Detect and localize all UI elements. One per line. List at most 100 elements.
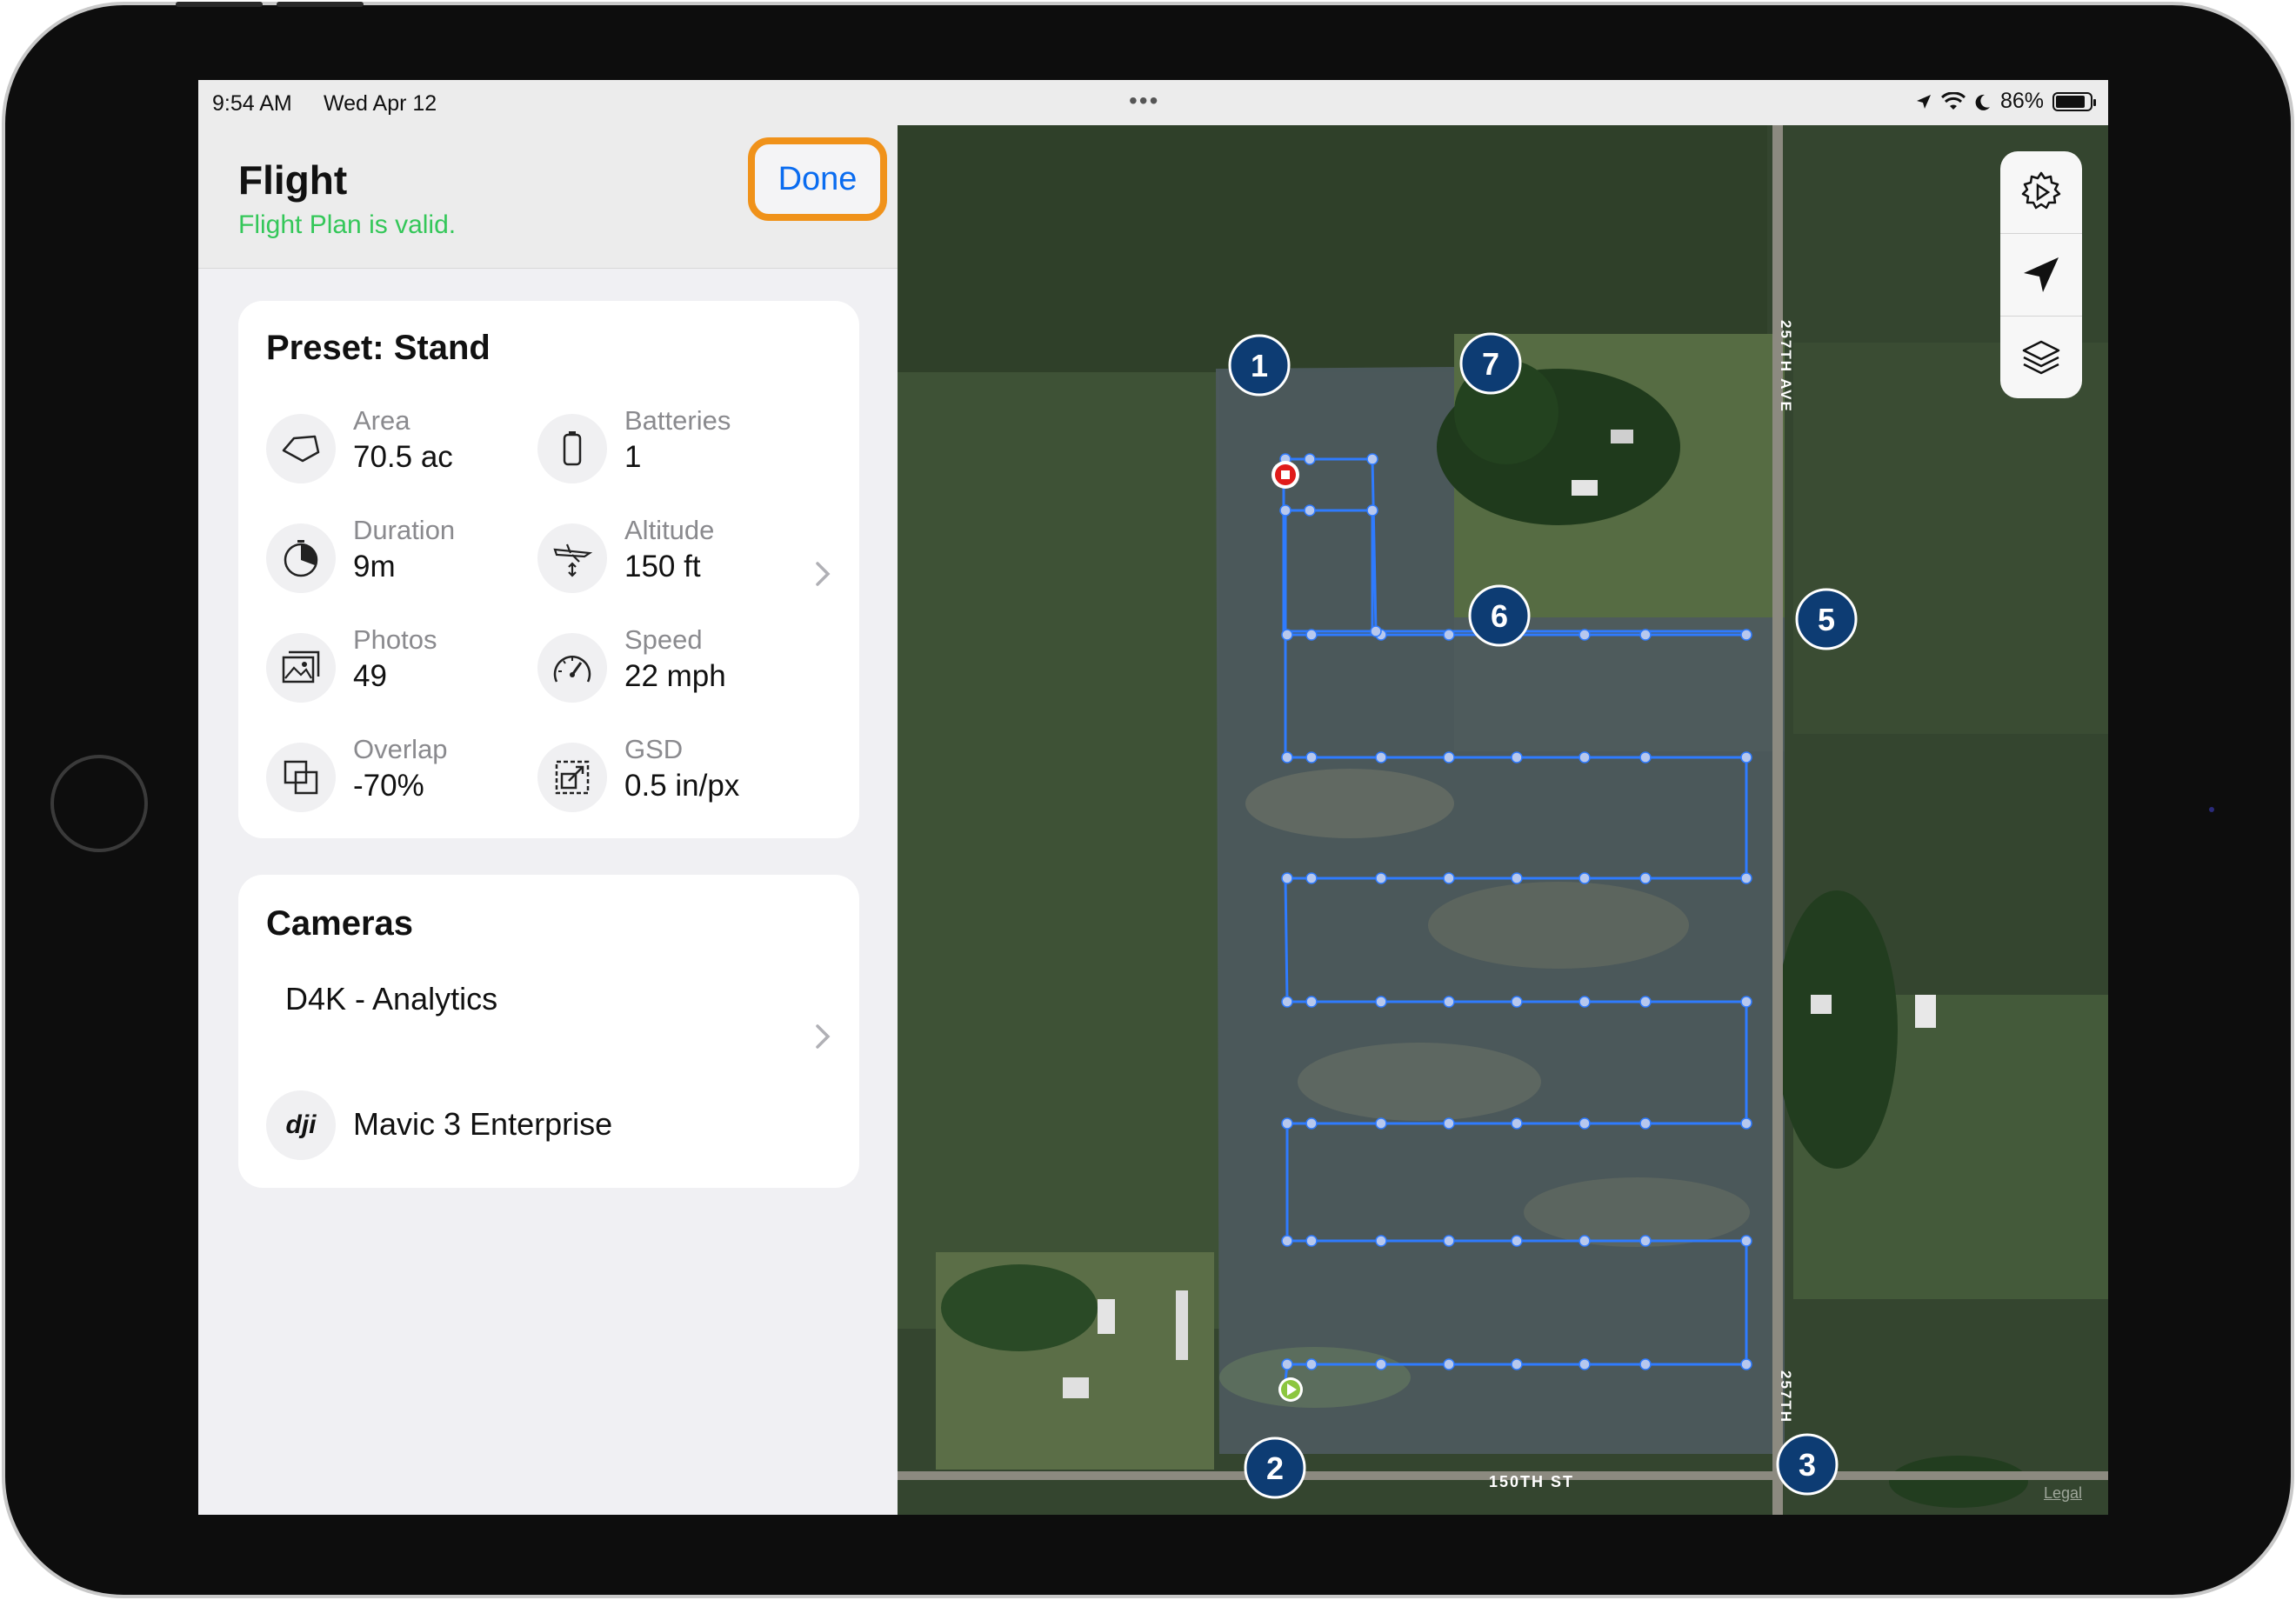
waypoint-dot[interactable] [1443,751,1455,763]
location-arrow-icon [1916,94,1931,109]
gear-play-icon [2021,171,2061,210]
field-patch [1219,1347,1411,1408]
waypoint-dot[interactable] [1740,751,1752,763]
waypoint-dot[interactable] [1578,872,1591,884]
waypoint-dot[interactable] [1511,751,1523,763]
waypoint-dot[interactable] [1578,1117,1591,1130]
waypoint-dot[interactable] [1639,1358,1652,1370]
farm-building [1611,430,1633,443]
battery-percent: 86% [1999,89,2044,113]
corner-marker-3[interactable]: 3 [1776,1433,1839,1496]
waypoint-dot[interactable] [1375,996,1387,1008]
waypoint-dot[interactable] [1375,1117,1387,1130]
waypoint-dot[interactable] [1578,996,1591,1008]
waypoint-dot[interactable] [1511,996,1523,1008]
waypoint-dot[interactable] [1443,1358,1455,1370]
multitasking-dots-icon[interactable]: ••• [1129,87,1159,115]
waypoint-dot[interactable] [1281,1235,1293,1247]
locate-me-button[interactable] [2000,234,2082,316]
flight-sidebar: Flight Flight Plan is valid. Done Preset… [198,125,898,1515]
waypoint-dot[interactable] [1281,1358,1293,1370]
waypoint-dot[interactable] [1366,453,1378,465]
waypoint-dot[interactable] [1443,872,1455,884]
battery-icon [2052,91,2096,111]
stop-icon [1281,470,1290,479]
waypoint-dot[interactable] [1281,751,1293,763]
waypoint-dot[interactable] [1375,751,1387,763]
corner-marker-6[interactable]: 6 [1468,584,1531,647]
waypoint-dot[interactable] [1578,629,1591,641]
waypoint-dot[interactable] [1443,629,1455,641]
waypoint-dot[interactable] [1740,1358,1752,1370]
waypoint-dot[interactable] [1281,996,1293,1008]
waypoint-dot[interactable] [1305,629,1318,641]
done-button[interactable]: Done [748,137,887,221]
marker-label: 2 [1266,1450,1284,1486]
waypoint-dot[interactable] [1305,1358,1318,1370]
chevron-right-icon[interactable] [812,558,833,590]
altitude-icon [537,523,607,593]
waypoint-dot[interactable] [1443,996,1455,1008]
stat-value: 70.5 ac [353,440,453,474]
waypoint-dot[interactable] [1281,629,1293,641]
waypoint-dot[interactable] [1740,996,1752,1008]
camera-name[interactable]: D4K - Analytics [285,981,497,1017]
waypoint-dot[interactable] [1375,1235,1387,1247]
road-label-257th-ave: 257TH AVE [1778,320,1794,413]
waypoint-dot[interactable] [1305,1235,1318,1247]
waypoint-dot[interactable] [1511,1358,1523,1370]
overlap-icon [266,743,336,812]
waypoint-dot[interactable] [1511,1235,1523,1247]
waypoint-dot[interactable] [1740,629,1752,641]
waypoint-dot[interactable] [1305,751,1318,763]
waypoint-dot[interactable] [1279,504,1292,517]
corner-marker-7[interactable]: 7 [1459,332,1522,395]
home-button[interactable] [50,755,148,852]
waypoint-dot[interactable] [1366,504,1378,517]
waypoint-dot[interactable] [1443,1235,1455,1247]
waypoint-dot[interactable] [1740,1117,1752,1130]
waypoint-dot[interactable] [1304,453,1316,465]
waypoint-dot[interactable] [1578,1235,1591,1247]
waypoint-dot[interactable] [1639,1117,1652,1130]
waypoint-dot[interactable] [1639,996,1652,1008]
corner-marker-2[interactable]: 2 [1244,1437,1306,1499]
waypoint-dot[interactable] [1578,1358,1591,1370]
battery-fill [2056,95,2085,108]
corner-marker-5[interactable]: 5 [1795,588,1858,650]
chevron-right-icon[interactable] [812,1021,833,1052]
field-patch [1245,769,1454,838]
map-layers-button[interactable] [2000,317,2082,398]
status-date: Wed Apr 12 [324,91,437,116]
waypoint-dot[interactable] [1511,1117,1523,1130]
waypoint-dot[interactable] [1370,625,1382,637]
waypoint-dot[interactable] [1578,751,1591,763]
stat-photos: Photos 49 [266,624,527,711]
waypoint-dot[interactable] [1304,504,1316,517]
waypoint-dot[interactable] [1740,1235,1752,1247]
waypoint-dot[interactable] [1375,1358,1387,1370]
waypoint-dot[interactable] [1305,1117,1318,1130]
waypoint-dot[interactable] [1443,1117,1455,1130]
waypoint-dot[interactable] [1639,872,1652,884]
battery-icon [537,414,607,483]
stat-label: Photos [353,624,437,655]
stat-value: 1 [624,440,642,474]
satellite-map[interactable]: 257TH AVE 257TH 150TH ST 1 7 6 5 2 3 Leg… [898,125,2108,1515]
map-settings-button[interactable] [2000,151,2082,233]
waypoint-dot[interactable] [1511,872,1523,884]
legal-link[interactable]: Legal [2044,1484,2082,1503]
road-label-257th-ave-south: 257TH [1778,1370,1794,1423]
waypoint-dot[interactable] [1639,629,1652,641]
waypoint-dot[interactable] [1305,996,1318,1008]
corner-marker-1[interactable]: 1 [1228,334,1291,397]
waypoint-dot[interactable] [1305,872,1318,884]
waypoint-dot[interactable] [1639,1235,1652,1247]
waypoint-dot[interactable] [1281,872,1293,884]
waypoint-dot[interactable] [1375,872,1387,884]
waypoint-dot[interactable] [1639,751,1652,763]
map-canvas[interactable]: 257TH AVE 257TH 150TH ST 1 7 6 5 2 3 [898,125,2108,1515]
stat-label: Duration [353,515,456,545]
waypoint-dot[interactable] [1281,1117,1293,1130]
waypoint-dot[interactable] [1740,872,1752,884]
